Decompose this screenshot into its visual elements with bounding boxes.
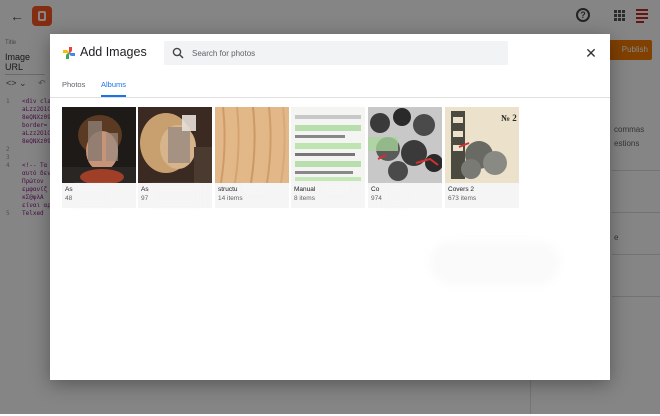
tab-albums[interactable]: Albums <box>101 80 127 97</box>
search-icon <box>172 47 184 59</box>
album-name: As <box>141 186 149 193</box>
redaction-blur <box>150 185 200 207</box>
album-card[interactable]: As 97 <box>138 107 212 208</box>
redaction-blur <box>430 241 560 285</box>
redaction-blur <box>384 185 406 207</box>
album-name: structu <box>218 186 238 193</box>
search-box[interactable] <box>164 41 508 65</box>
search-input[interactable] <box>192 41 492 65</box>
album-count: 673 items <box>448 195 477 202</box>
dialog-title: Add Images <box>80 45 147 59</box>
tab-photos[interactable]: Photos <box>62 80 85 95</box>
dialog-tabs: Photos Albums <box>50 78 610 98</box>
album-card[interactable]: Co 974 <box>368 107 442 208</box>
album-count: 48 <box>65 195 73 202</box>
album-thumbnail <box>62 107 136 183</box>
album-count: 97 <box>141 195 149 202</box>
album-thumbnail: № 2 <box>445 107 519 183</box>
album-count: 974 <box>371 195 382 202</box>
album-name: Covers 2 <box>448 186 475 193</box>
album-thumbnail <box>291 107 365 183</box>
album-card[interactable]: № 2 Covers 2 673 items <box>445 107 519 208</box>
add-images-dialog: Add Images ✕ Photos Albums <box>50 34 610 380</box>
redaction-blur <box>74 185 114 207</box>
album-card[interactable]: structu 14 items <box>215 107 289 208</box>
close-icon[interactable]: ✕ <box>583 45 599 61</box>
redaction-blur <box>325 185 349 195</box>
album-thumbnail <box>215 107 289 183</box>
album-thumbnail <box>368 107 442 183</box>
album-grid: As 48 As 97 structu 14 items Manual 8 it… <box>62 107 602 209</box>
album-card[interactable]: As 48 <box>62 107 136 208</box>
album-name: As <box>65 186 73 193</box>
album-count: 8 items <box>294 195 315 202</box>
google-photos-icon <box>63 47 75 59</box>
album-thumbnail <box>138 107 212 183</box>
album-name: Manual <box>294 186 316 193</box>
dialog-header: Add Images ✕ <box>50 34 610 72</box>
album-card[interactable]: Manual 8 items <box>291 107 365 208</box>
cover-number-text: № 2 <box>501 113 517 123</box>
album-count: 14 items <box>218 195 243 202</box>
album-name: Co <box>371 186 380 193</box>
redaction-blur <box>243 185 265 195</box>
